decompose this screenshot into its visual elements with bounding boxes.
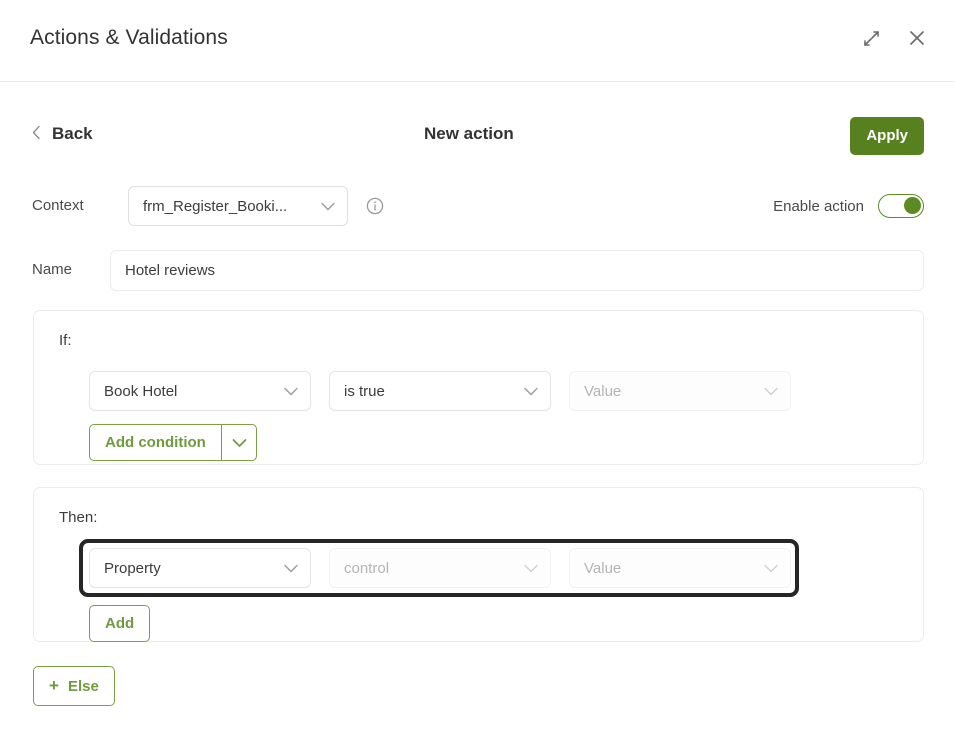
if-condition-subject-value: Book Hotel: [104, 382, 178, 400]
name-row: Name: [0, 250, 955, 291]
name-input[interactable]: [110, 250, 924, 291]
context-row: Context frm_Register_Booki... Enable act…: [0, 186, 955, 226]
add-condition-dropdown-toggle[interactable]: [222, 425, 256, 460]
apply-button[interactable]: Apply: [850, 117, 924, 155]
action-title: New action: [424, 124, 514, 143]
if-caption: If:: [59, 332, 72, 349]
add-condition-split-button: Add condition: [89, 424, 258, 461]
expand-diagonal-icon[interactable]: [859, 26, 883, 50]
if-condition-value-select: Value: [569, 371, 791, 411]
then-action-type-value: Property: [104, 559, 161, 577]
context-select[interactable]: frm_Register_Booki...: [128, 186, 348, 226]
add-else-button-label: Else: [67, 677, 99, 695]
if-condition-operator-value: is true: [344, 382, 385, 400]
then-action-type-select[interactable]: Property: [89, 548, 311, 588]
chevron-down-icon: [284, 564, 298, 573]
chevron-down-icon: [284, 387, 298, 396]
context-label: Context: [32, 197, 84, 214]
info-icon[interactable]: [366, 197, 384, 215]
enable-action-label: Enable action: [773, 197, 864, 215]
add-action-button[interactable]: Add: [89, 605, 151, 642]
name-label: Name: [32, 261, 73, 278]
chevron-down-icon: [524, 564, 538, 573]
if-condition-subject-select[interactable]: Book Hotel: [89, 371, 311, 411]
enable-action-toggle[interactable]: [878, 194, 924, 218]
if-condition-operator-select[interactable]: is true: [329, 371, 551, 411]
then-control-placeholder: control: [344, 559, 390, 577]
if-panel: If: Book Hotel is true Value Add conditi…: [33, 310, 924, 465]
back-button[interactable]: Back: [32, 124, 93, 144]
context-select-value: frm_Register_Booki...: [143, 197, 288, 215]
enable-action-control: Enable action: [773, 194, 924, 218]
toggle-knob: [904, 197, 921, 214]
page-title: Actions & Validations: [30, 26, 228, 49]
then-caption: Then:: [59, 509, 98, 526]
then-panel: Then: Property control Value Add: [33, 487, 924, 642]
chevron-down-icon: [321, 202, 335, 211]
add-condition-button[interactable]: Add condition: [90, 425, 221, 460]
titlebar-actions: [859, 26, 929, 50]
chevron-down-icon: [524, 387, 538, 396]
then-control-select: control: [329, 548, 551, 588]
close-icon[interactable]: [905, 26, 929, 50]
chevron-down-icon: [764, 564, 778, 573]
back-button-label: Back: [52, 124, 93, 143]
then-value-placeholder: Value: [584, 559, 622, 577]
chevron-left-icon: [32, 125, 41, 143]
if-condition-value-placeholder: Value: [584, 382, 622, 400]
chevron-down-icon: [764, 387, 778, 396]
add-else-button[interactable]: + Else: [33, 666, 115, 706]
action-subheader: Back New action Apply: [0, 112, 955, 170]
dialog-titlebar: Actions & Validations: [0, 0, 955, 82]
then-value-select: Value: [569, 548, 791, 588]
plus-icon: +: [49, 676, 59, 695]
